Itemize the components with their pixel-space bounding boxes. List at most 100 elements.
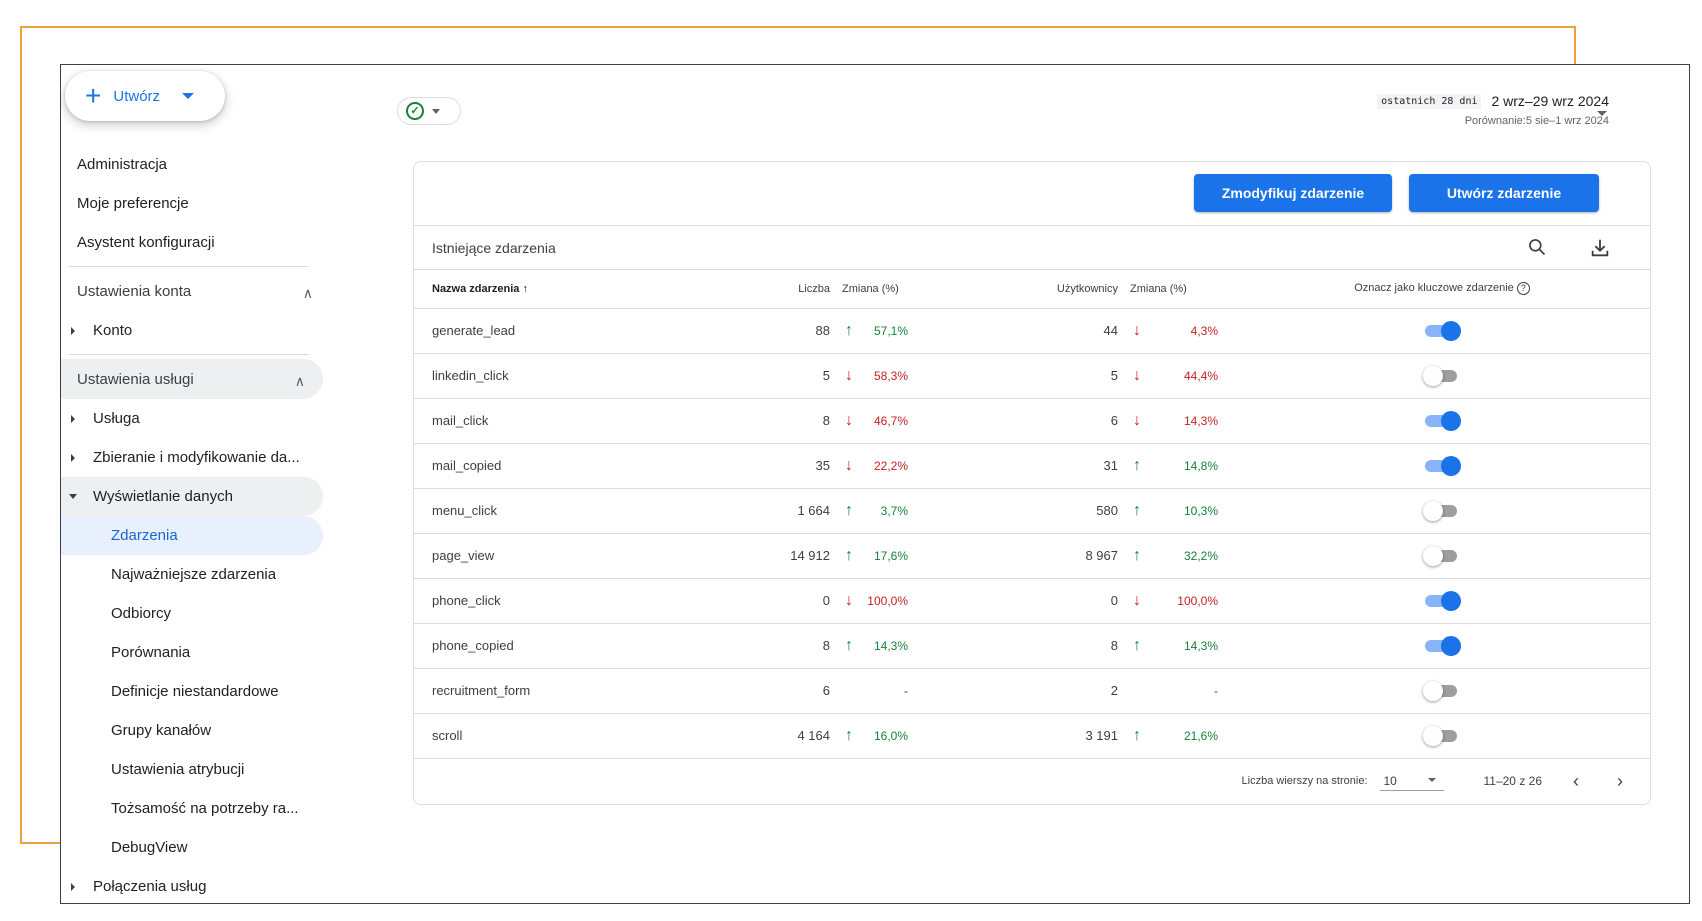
date-compare-value: Porównanie:5 sie–1 wrz 2024 (1464, 115, 1609, 127)
event-name[interactable]: page_view (414, 533, 754, 579)
next-page-icon[interactable]: › (1610, 771, 1630, 792)
create-event-button[interactable]: Utwórz zdarzenie (1409, 174, 1599, 212)
event-name[interactable]: menu_click (414, 488, 754, 534)
modify-event-button[interactable]: Zmodyfikuj zdarzenie (1194, 174, 1392, 212)
key-event-toggle[interactable] (1423, 320, 1461, 341)
key-event-toggle[interactable] (1423, 635, 1461, 656)
event-count: 88 (754, 308, 834, 354)
key-event-toggle[interactable] (1423, 455, 1461, 476)
event-count-change: 22,2% (864, 443, 922, 489)
sidebar-item-debugview[interactable]: DebugView (61, 828, 331, 867)
arrow-up-icon: ↑ (1122, 488, 1152, 534)
sidebar-item-reporting-identity[interactable]: Tożsamość na potrzeby ra... (61, 789, 331, 828)
key-event-toggle[interactable] (1423, 365, 1461, 386)
event-name[interactable]: phone_copied (414, 623, 754, 669)
event-count: 8 (754, 623, 834, 669)
event-users: 6 (922, 398, 1122, 444)
event-count-change: 58,3% (864, 353, 922, 399)
help-icon[interactable]: ? (1516, 282, 1530, 296)
sidebar-item-audiences[interactable]: Odbiorcy (61, 594, 331, 633)
event-name[interactable]: phone_click (414, 578, 754, 624)
table-row[interactable]: page_view 14 912 ↑ 17,6% 8 967 ↑ 32,2% (414, 533, 1650, 579)
column-header-name[interactable]: Nazwa zdarzenia ↑ (414, 270, 754, 309)
key-event-toggle[interactable] (1423, 545, 1461, 566)
column-header-key-event: Oznacz jako kluczowe zdarzenie? (1232, 270, 1650, 309)
plus-icon: + (85, 80, 102, 111)
events-table: Nazwa zdarzenia ↑ Liczba Zmiana (%) Użyt… (414, 270, 1650, 759)
event-name[interactable]: generate_lead (414, 308, 754, 354)
key-event-toggle[interactable] (1423, 500, 1461, 521)
card-toolbar: Zmodyfikuj zdarzenie Utwórz zdarzenie (414, 162, 1650, 226)
sidebar-item-data-display[interactable]: Wyświetlanie danych (61, 477, 323, 516)
sidebar-item-property[interactable]: Usługa (61, 399, 331, 438)
table-row[interactable]: recruitment_form 6-2- (414, 668, 1650, 714)
key-event-toggle[interactable] (1423, 410, 1461, 431)
sidebar-item-my-preferences[interactable]: Moje preferencje (61, 184, 331, 223)
status-chip[interactable]: ✓ (397, 97, 461, 125)
sidebar-item-label: Moje preferencje (77, 195, 189, 212)
event-count: 5 (754, 353, 834, 399)
column-header-count[interactable]: Liczba (754, 270, 834, 309)
rows-per-page-select[interactable]: 10 (1379, 772, 1444, 791)
toggle-knob (1423, 725, 1443, 746)
event-users-change: 21,6% (1152, 713, 1232, 759)
sidebar-item-setup-assistant[interactable]: Asystent konfiguracji (61, 223, 331, 262)
event-name[interactable]: mail_copied (414, 443, 754, 489)
date-range-value: 2 wrz–29 wrz 2024 (1491, 93, 1609, 109)
sidebar-item-administration[interactable]: Administracja (61, 145, 331, 184)
section-title: Ustawienia usługi (77, 370, 194, 388)
table-row[interactable]: mail_click 8 ↓ 46,7% 6 ↓ 14,3% (414, 398, 1650, 444)
column-header-users-change[interactable]: Zmiana (%) (1122, 270, 1232, 309)
sidebar-item-label: Zbieranie i modyfikowanie da... (93, 449, 300, 466)
table-row[interactable]: generate_lead 88 ↑ 57,1% 44 ↓ 4,3% (414, 308, 1650, 354)
sidebar-item-attribution-settings[interactable]: Ustawienia atrybucji (61, 750, 331, 789)
section-property-settings[interactable]: Ustawienia usługi ∧ (61, 359, 323, 399)
rows-per-page-value: 10 (1383, 773, 1397, 788)
event-name[interactable]: scroll (414, 713, 754, 759)
column-header-users[interactable]: Użytkownicy (922, 270, 1122, 309)
key-event-cell (1232, 533, 1650, 579)
key-event-toggle[interactable] (1423, 680, 1461, 701)
key-event-toggle[interactable] (1423, 725, 1461, 746)
event-users-change: 14,3% (1152, 623, 1232, 669)
create-button[interactable]: + Utwórz (65, 71, 225, 121)
table-row[interactable]: phone_click 0 ↓ 100,0% 0 ↓ 100,0% (414, 578, 1650, 624)
date-caret-icon[interactable] (1597, 111, 1607, 116)
table-row[interactable]: scroll 4 164 ↑ 16,0% 3 191 ↑ 21,6% (414, 713, 1650, 759)
sidebar-item-custom-definitions[interactable]: Definicje niestandardowe (61, 672, 331, 711)
event-count-change: 16,0% (864, 713, 922, 759)
sidebar-item-events[interactable]: Zdarzenia (61, 516, 323, 555)
search-icon[interactable] (1527, 237, 1547, 257)
arrow-down-icon: ↓ (834, 443, 864, 489)
toggle-knob (1423, 500, 1443, 521)
event-name[interactable]: linkedin_click (414, 353, 754, 399)
event-name[interactable]: mail_click (414, 398, 754, 444)
section-account-settings[interactable]: Ustawienia konta ∧ (61, 271, 331, 311)
divider (69, 354, 309, 355)
sidebar-item-product-links[interactable]: Połączenia usług (61, 867, 331, 903)
prev-page-icon[interactable]: ‹ (1566, 771, 1586, 792)
sidebar-item-data-collection[interactable]: Zbieranie i modyfikowanie da... (61, 438, 331, 477)
expand-right-icon (71, 883, 75, 891)
event-count-change: 3,7% (864, 488, 922, 534)
event-users: 8 967 (922, 533, 1122, 579)
event-users: 31 (922, 443, 1122, 489)
date-range-picker[interactable]: ostatnich 28 dni 2 wrz–29 wrz 2024 Porów… (1377, 93, 1609, 127)
sidebar-item-account[interactable]: Konto (61, 311, 331, 350)
table-row[interactable]: mail_copied 35 ↓ 22,2% 31 ↑ 14,8% (414, 443, 1650, 489)
table-row[interactable]: phone_copied 8 ↑ 14,3% 8 ↑ 14,3% (414, 623, 1650, 669)
sidebar-item-comparisons[interactable]: Porównania (61, 633, 331, 672)
column-header-count-change[interactable]: Zmiana (%) (834, 270, 922, 309)
event-name[interactable]: recruitment_form (414, 668, 754, 714)
download-icon[interactable] (1589, 237, 1611, 259)
table-row[interactable]: menu_click 1 664 ↑ 3,7% 580 ↑ 10,3% (414, 488, 1650, 534)
sidebar-item-key-events[interactable]: Najważniejsze zdarzenia (61, 555, 331, 594)
pagination: Liczba wierszy na stronie: 10 11–20 z 26… (414, 759, 1650, 804)
pagination-range: 11–20 z 26 (1483, 774, 1543, 788)
table-row[interactable]: linkedin_click 5 ↓ 58,3% 5 ↓ 44,4% (414, 353, 1650, 399)
sidebar-item-channel-groups[interactable]: Grupy kanałów (61, 711, 331, 750)
chevron-up-icon: ∧ (294, 373, 305, 389)
toggle-knob (1441, 320, 1461, 341)
sidebar: + Utwórz Administracja Moje preferencje … (61, 65, 331, 903)
key-event-toggle[interactable] (1423, 590, 1461, 611)
